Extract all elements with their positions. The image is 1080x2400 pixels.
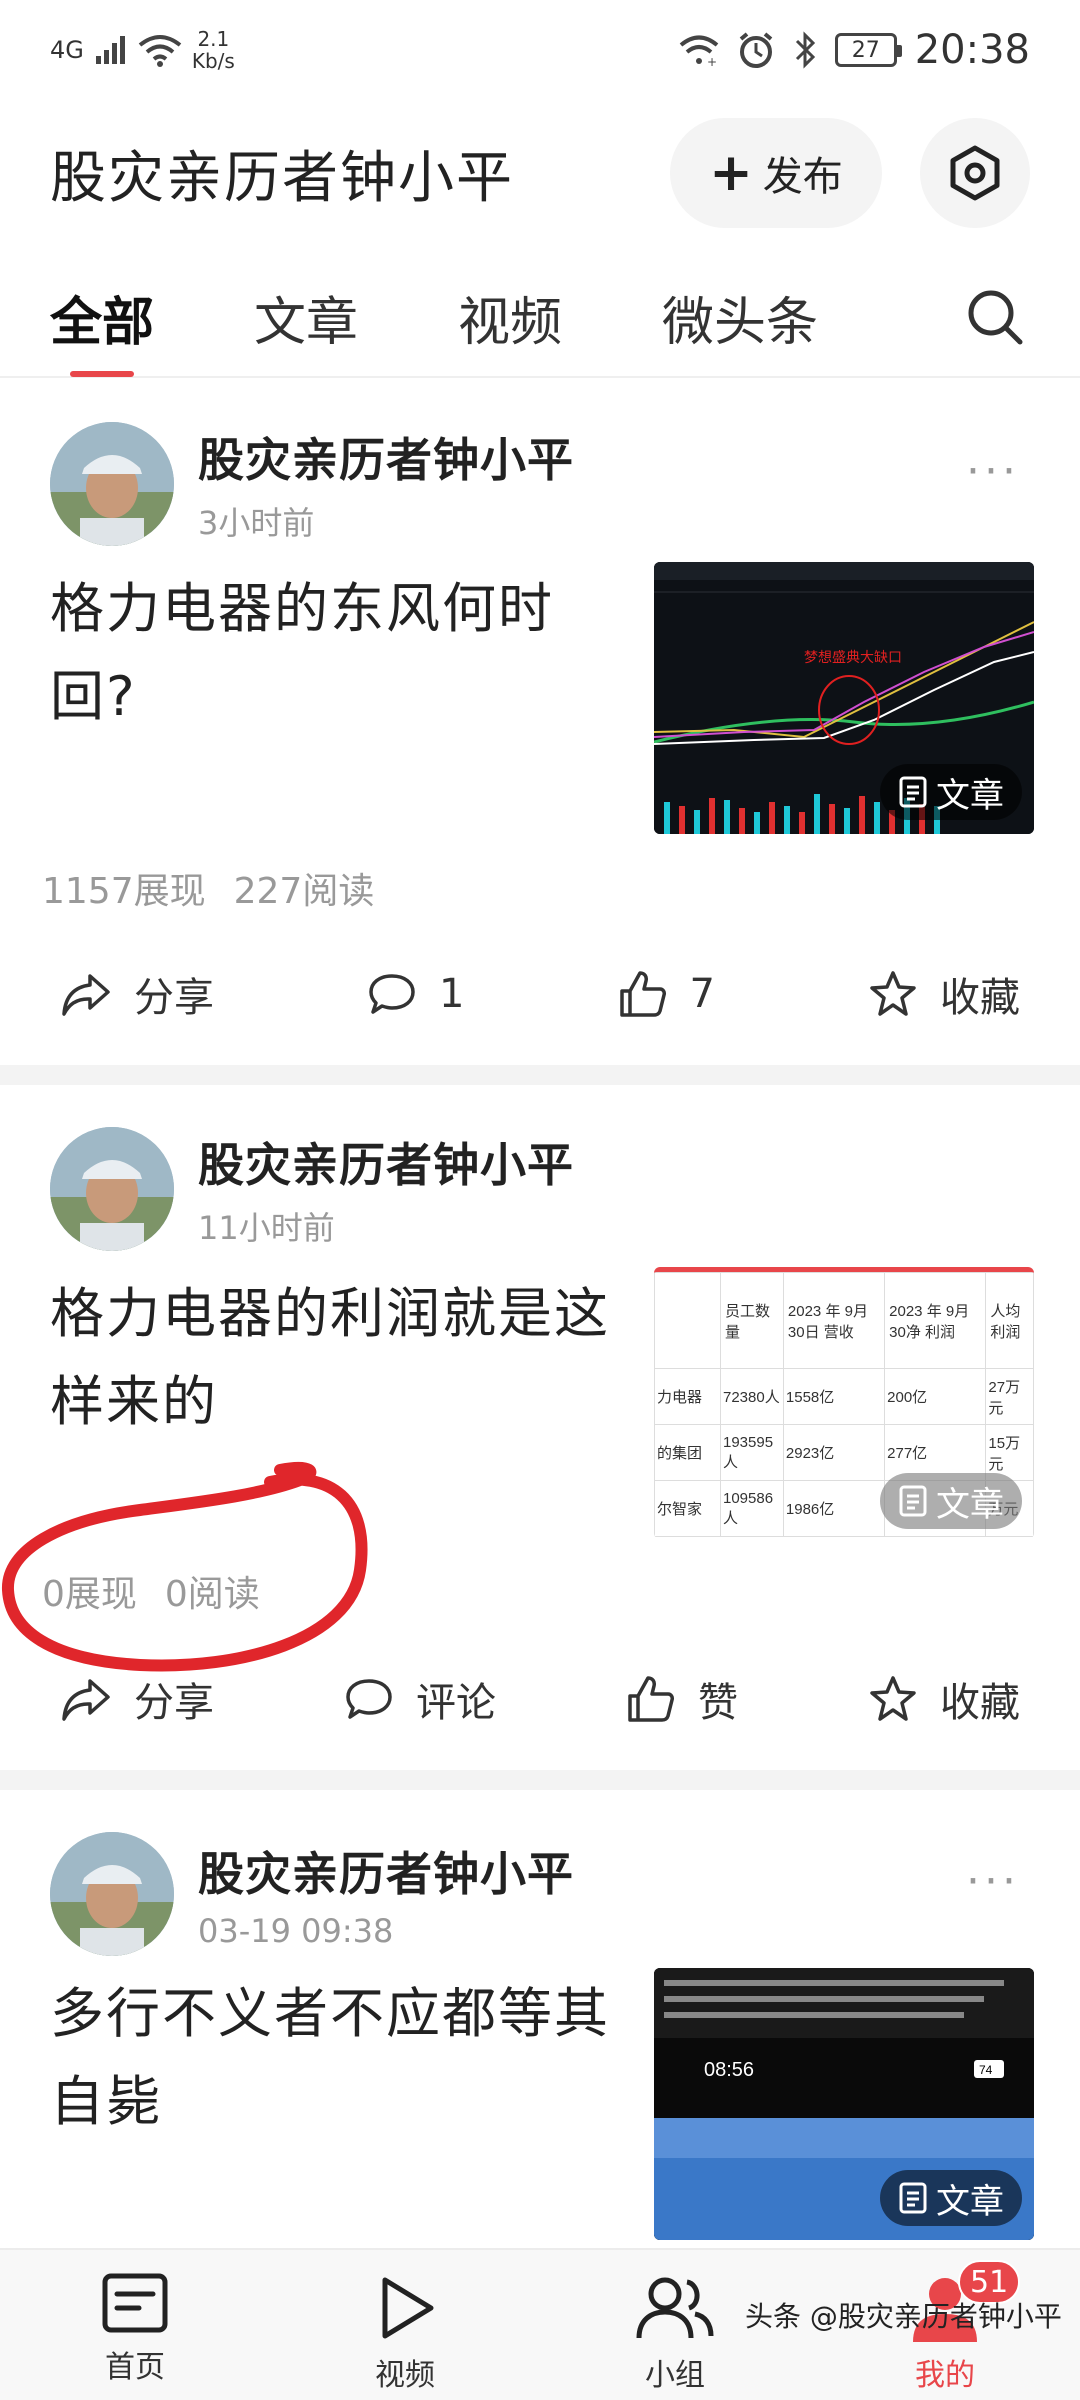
article-icon <box>899 2182 927 2214</box>
comment-button[interactable]: 评论 <box>344 1670 496 1728</box>
header: 股灾亲历者钟小平 + 发布 <box>0 108 1080 238</box>
svg-text:+: + <box>707 55 717 67</box>
avatar-image <box>50 422 174 546</box>
wifi-icon <box>138 35 182 67</box>
plus-icon: + <box>709 143 753 203</box>
comment-icon <box>369 974 415 1014</box>
home-icon <box>102 2273 168 2333</box>
post-author: 股灾亲历者钟小平 03-19 09:38 <box>50 1832 574 1956</box>
post-title[interactable]: 格力电器的东风何时回? <box>50 565 610 741</box>
bluetooth-icon <box>795 31 815 69</box>
share-icon <box>62 974 110 1016</box>
like-button[interactable]: 赞 <box>626 1670 738 1728</box>
tab-micro-posts[interactable]: 微头条 <box>662 257 818 377</box>
favorite-button[interactable]: 收藏 <box>868 965 1020 1023</box>
tab-all[interactable]: 全部 <box>50 257 154 377</box>
article-icon <box>899 776 927 808</box>
network-speed: 2.1 Kb/s <box>191 27 235 73</box>
favorite-button[interactable]: 收藏 <box>868 1670 1020 1728</box>
page-title: 股灾亲历者钟小平 <box>50 145 514 211</box>
post-actions: 分享 1 7 收藏 <box>0 965 1080 1023</box>
publish-label: 发布 <box>762 154 843 200</box>
chart-annotation: 梦想盛典大缺口 <box>804 650 902 666</box>
post-title[interactable]: 多行不义者不应都等其自毙 <box>50 1970 610 2146</box>
author-name[interactable]: 股灾亲历者钟小平 <box>198 424 574 490</box>
publish-button[interactable]: + 发布 <box>670 118 882 228</box>
star-icon <box>870 971 916 1016</box>
impressions-count: 1157展现 <box>42 871 206 912</box>
feed-post[interactable]: 股灾亲历者钟小平 03-19 09:38 ··· 多行不义者不应都等其自毙 08… <box>0 1790 1080 2240</box>
more-options-icon[interactable]: ··· <box>966 446 1020 497</box>
impressions-count: 0展现 <box>42 1574 137 1615</box>
nav-home[interactable]: 首页 <box>0 2250 270 2386</box>
alarm-icon <box>739 32 772 68</box>
reads-count: 227阅读 <box>233 871 375 912</box>
post-time: 03-19 09:38 <box>198 1912 394 1950</box>
wifi-calling-icon: + <box>679 35 718 67</box>
post-divider <box>0 1065 1080 1085</box>
search-button[interactable] <box>960 282 1030 352</box>
clock: 20:38 <box>914 27 1030 73</box>
group-icon <box>636 2277 714 2339</box>
gear-icon <box>950 145 1000 201</box>
avatar-image <box>50 1832 174 1956</box>
article-badge: 文章 <box>880 1473 1022 1529</box>
avatar[interactable] <box>50 1832 174 1956</box>
avatar[interactable] <box>50 1127 174 1251</box>
more-options-icon[interactable]: ··· <box>966 1856 1020 1907</box>
status-bar: 4G 2.1 Kb/s + 27 20:38 <box>0 0 1080 100</box>
article-badge: 文章 <box>880 2170 1022 2226</box>
tab-videos[interactable]: 视频 <box>458 257 562 377</box>
post-thumbnail[interactable]: 梦想盛典大缺口 文章 <box>654 562 1034 834</box>
feed: 股灾亲历者钟小平 3小时前 ··· 格力电器的东风何时回? 梦想盛典大缺口 文章… <box>0 380 1080 2240</box>
watermark: 头条 @股灾亲历者钟小平 <box>745 2300 1062 2333</box>
post-thumbnail[interactable]: 员工数量 2023 年 9月30日 营收 2023 年 9月30净 利润 人均利… <box>654 1267 1034 1539</box>
post-divider <box>0 1770 1080 1790</box>
thumbs-up-icon <box>619 971 666 1017</box>
nav-video[interactable]: 视频 <box>270 2250 540 2394</box>
tab-articles[interactable]: 文章 <box>254 257 358 377</box>
post-stats: 0展现 0阅读 <box>42 1565 260 1617</box>
status-right: + 27 20:38 <box>679 27 1030 73</box>
play-icon <box>382 2277 434 2339</box>
comment-button[interactable]: 1 <box>367 965 464 1023</box>
article-badge: 文章 <box>880 764 1022 820</box>
settings-button[interactable] <box>920 118 1030 228</box>
search-icon <box>968 290 1023 345</box>
phone-time: 08:56 <box>704 2059 754 2081</box>
post-actions: 分享 评论 赞 收藏 <box>0 1670 1080 1728</box>
post-stats: 1157展现 227阅读 <box>42 862 374 914</box>
comment-icon <box>346 1679 392 1719</box>
post-time: 11小时前 <box>198 1209 335 1247</box>
network-type: 4G <box>50 36 84 64</box>
like-button[interactable]: 7 <box>618 965 715 1023</box>
avatar[interactable] <box>50 422 174 546</box>
thumbs-up-icon <box>628 1676 674 1722</box>
share-icon <box>62 1679 110 1721</box>
post-thumbnail[interactable]: 08:56 74 文章 <box>654 1968 1034 2240</box>
share-button[interactable]: 分享 <box>60 965 214 1023</box>
signal-icon <box>95 36 125 64</box>
post-author: 股灾亲历者钟小平 11小时前 <box>50 1127 574 1251</box>
status-left: 4G 2.1 Kb/s <box>50 28 235 72</box>
tab-bar: 全部 文章 视频 微头条 <box>0 258 1080 378</box>
author-name[interactable]: 股灾亲历者钟小平 <box>198 1129 574 1195</box>
article-icon <box>899 1485 927 1517</box>
post-title[interactable]: 格力电器的利润就是这样来的 <box>50 1270 610 1446</box>
post-time: 3小时前 <box>198 504 315 542</box>
post-author: 股灾亲历者钟小平 3小时前 <box>50 422 574 546</box>
feed-post[interactable]: 股灾亲历者钟小平 11小时前 格力电器的利润就是这样来的 员工数量 2023 年… <box>0 1085 1080 1770</box>
share-button[interactable]: 分享 <box>60 1670 214 1728</box>
author-name[interactable]: 股灾亲历者钟小平 <box>198 1838 574 1904</box>
avatar-image <box>50 1127 174 1251</box>
phone-battery: 74 <box>979 2063 993 2077</box>
battery-icon: 27 <box>834 33 902 67</box>
reads-count: 0阅读 <box>164 1574 260 1615</box>
star-icon <box>870 1676 916 1721</box>
feed-post[interactable]: 股灾亲历者钟小平 3小时前 ··· 格力电器的东风何时回? 梦想盛典大缺口 文章… <box>0 380 1080 1065</box>
